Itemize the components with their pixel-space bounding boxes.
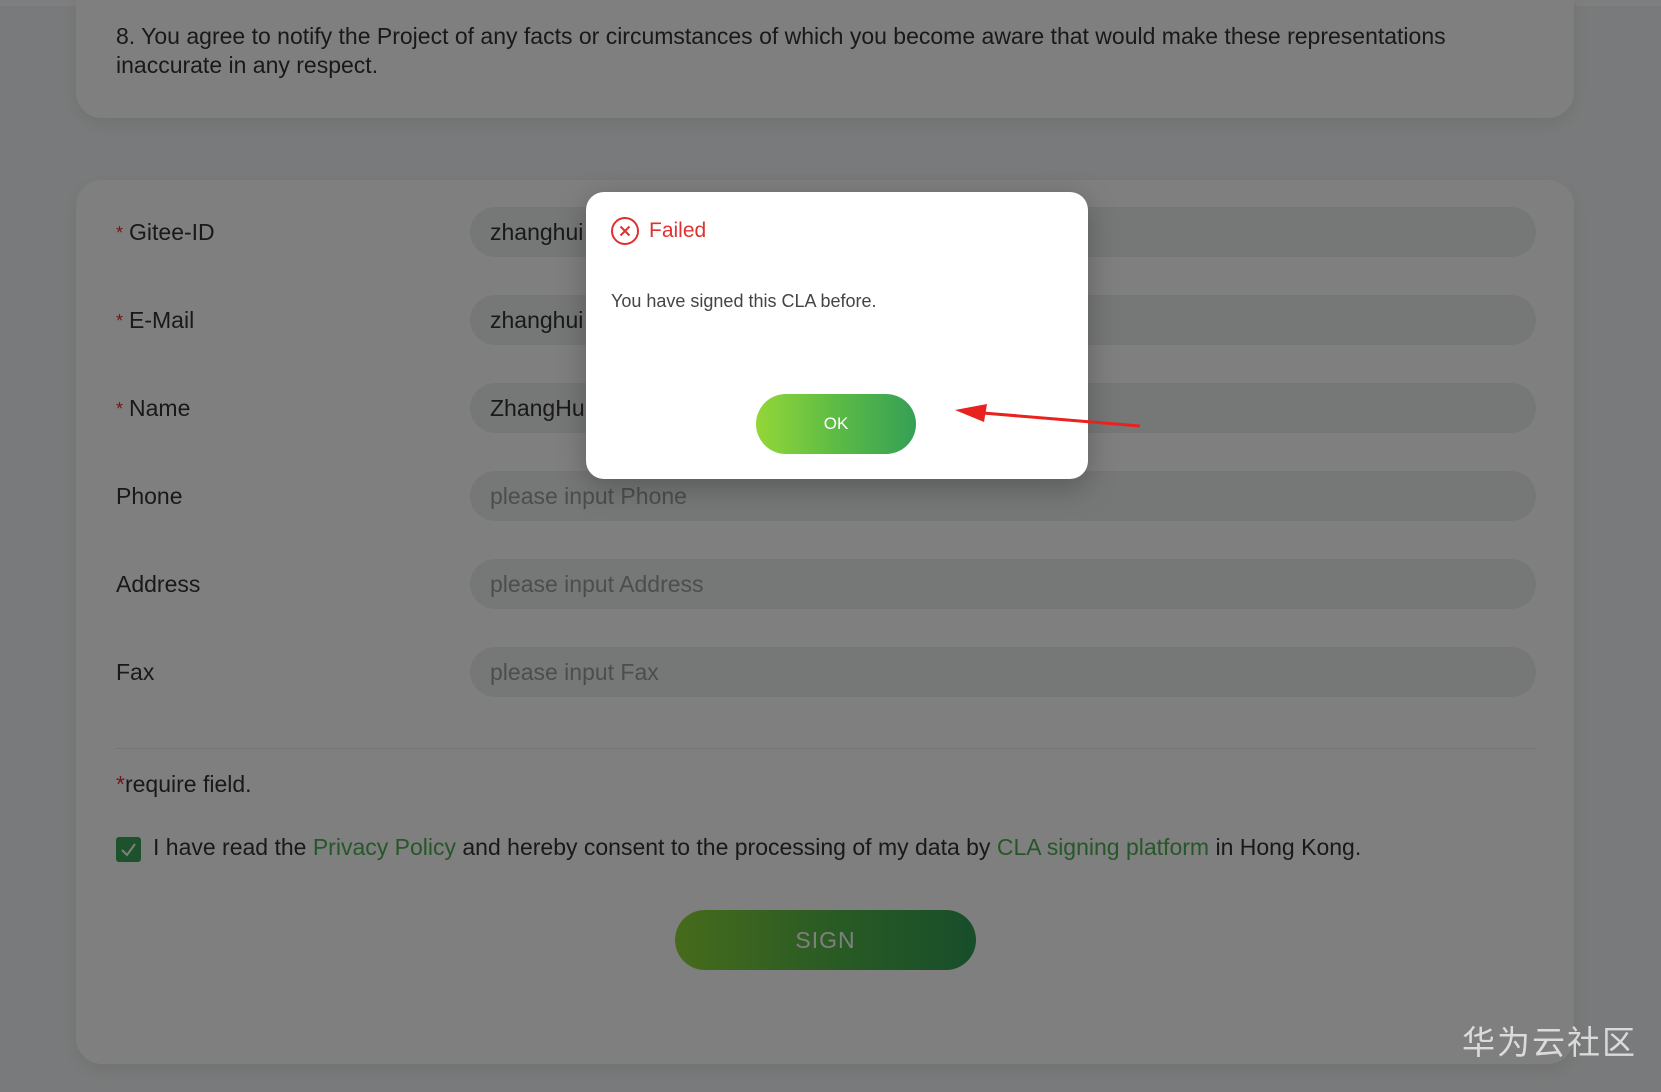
dialog-title: Failed	[649, 219, 707, 242]
page: 8. You agree to notify the Project of an…	[0, 0, 1661, 1092]
watermark: 华为云社区	[1462, 1024, 1637, 1061]
modal-overlay	[0, 0, 1661, 1092]
error-dialog: Failed You have signed this CLA before. …	[586, 192, 1088, 479]
ok-button[interactable]: OK	[756, 394, 916, 454]
error-circle-icon	[611, 217, 639, 245]
dialog-message: You have signed this CLA before.	[611, 291, 877, 311]
red-arrow-annotation	[955, 404, 1140, 428]
dialog-header: Failed	[610, 216, 706, 246]
